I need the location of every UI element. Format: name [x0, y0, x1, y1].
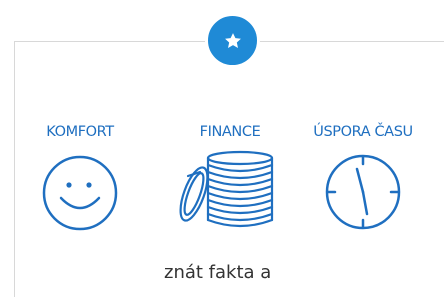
- feature-label-komfort: KOMFORT: [46, 124, 114, 140]
- feature-finance: FINANCE: [174, 124, 286, 228]
- coin-stack-icon: [179, 150, 274, 228]
- feature-uspora-casu: ÚSPORA ČASU: [288, 124, 438, 232]
- feature-label-uspora-casu: ÚSPORA ČASU: [313, 124, 413, 140]
- smiley-face-icon: [42, 155, 118, 231]
- feature-label-finance: FINANCE: [199, 124, 261, 140]
- star-icon: [224, 32, 241, 48]
- body-text: znát fakta a: [164, 262, 272, 283]
- clock-icon: [325, 154, 401, 230]
- star-badge: [205, 13, 260, 68]
- feature-komfort: KOMFORT: [30, 124, 130, 233]
